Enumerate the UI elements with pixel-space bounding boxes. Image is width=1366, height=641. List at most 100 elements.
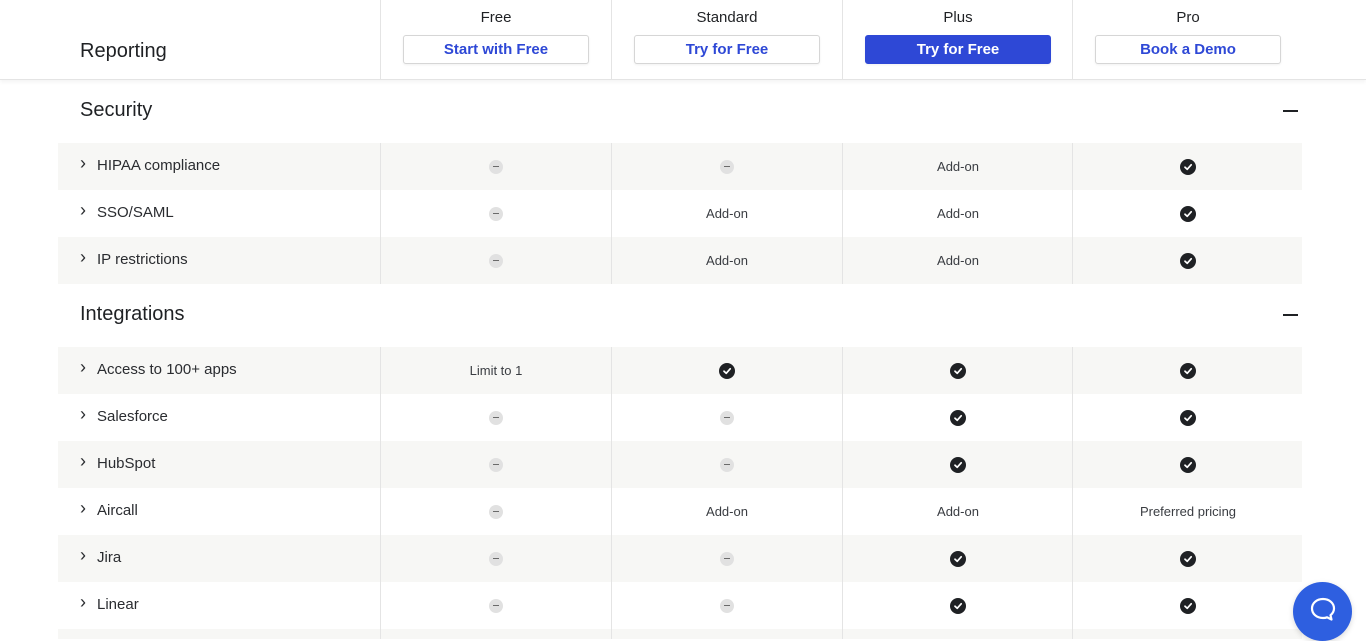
table-row[interactable]: › SSO/SAML Add-on Add-on bbox=[58, 190, 1302, 237]
row-cell bbox=[842, 582, 1073, 629]
dash-circle-icon bbox=[720, 410, 734, 425]
chevron-right-icon[interactable]: › bbox=[80, 545, 86, 566]
check-circle-icon bbox=[1180, 550, 1196, 567]
row-cell bbox=[1072, 535, 1303, 582]
row-cell: Add-on bbox=[842, 143, 1073, 190]
row-cell bbox=[380, 237, 611, 284]
plan-name-plus: Plus bbox=[943, 9, 973, 26]
collapse-integrations-icon[interactable] bbox=[1283, 314, 1298, 316]
row-cell bbox=[611, 535, 842, 582]
row-cell bbox=[611, 582, 842, 629]
row-cell bbox=[380, 629, 611, 639]
try-standard-button[interactable]: Try for Free bbox=[634, 35, 820, 64]
cell-text: Add-on bbox=[937, 504, 979, 519]
row-cell bbox=[380, 582, 611, 629]
table-row[interactable]: › IP restrictions Add-on Add-on bbox=[58, 237, 1302, 284]
table-row[interactable]: › Salesforce bbox=[58, 394, 1302, 441]
chevron-right-icon[interactable]: › bbox=[80, 451, 86, 472]
try-plus-button[interactable]: Try for Free bbox=[865, 35, 1051, 64]
chevron-right-icon[interactable]: › bbox=[80, 404, 86, 425]
row-cell bbox=[1072, 143, 1303, 190]
dash-circle-icon bbox=[489, 410, 503, 425]
cell-text: Add-on bbox=[937, 253, 979, 268]
cell-text: Limit to 1 bbox=[469, 363, 523, 378]
row-cell bbox=[1072, 347, 1303, 394]
table-row[interactable]: › HIPAA compliance Add-on bbox=[58, 143, 1302, 190]
plan-name-free: Free bbox=[480, 9, 512, 26]
row-cell bbox=[611, 629, 842, 639]
dash-circle-icon bbox=[489, 504, 503, 519]
plan-column-free: Free Start with Free bbox=[380, 0, 611, 79]
plan-column-pro: Pro Book a Demo bbox=[1072, 0, 1303, 79]
feature-label: Aircall bbox=[97, 502, 138, 519]
dash-circle-icon bbox=[489, 159, 503, 174]
row-cell bbox=[842, 394, 1073, 441]
table-row[interactable]: › Jira bbox=[58, 535, 1302, 582]
cell-text: Add-on bbox=[706, 206, 748, 221]
dash-circle-icon bbox=[489, 551, 503, 566]
row-cell bbox=[842, 535, 1073, 582]
reporting-label: Reporting bbox=[80, 40, 167, 62]
table-row[interactable]: › Access to 100+ apps Limit to 1 bbox=[58, 347, 1302, 394]
check-circle-icon bbox=[1180, 205, 1196, 222]
check-circle-icon bbox=[1180, 362, 1196, 379]
chevron-right-icon[interactable]: › bbox=[80, 357, 86, 378]
chevron-right-icon[interactable]: › bbox=[80, 200, 86, 221]
row-cell: Add-on bbox=[611, 488, 842, 535]
check-circle-icon bbox=[950, 362, 966, 379]
row-cell bbox=[611, 441, 842, 488]
dash-circle-icon bbox=[720, 598, 734, 613]
dash-circle-icon bbox=[720, 159, 734, 174]
cell-text: Add-on bbox=[937, 206, 979, 221]
feature-label: Jira bbox=[97, 549, 122, 566]
table-row-partial bbox=[58, 629, 1302, 639]
check-circle-icon bbox=[1180, 456, 1196, 473]
chat-icon bbox=[1309, 595, 1337, 628]
section-title-integrations: Integrations bbox=[80, 303, 185, 325]
chevron-right-icon[interactable]: › bbox=[80, 247, 86, 268]
plan-column-standard: Standard Try for Free bbox=[611, 0, 842, 79]
feature-label: HubSpot bbox=[97, 455, 156, 472]
plan-name-pro: Pro bbox=[1176, 9, 1200, 26]
feature-label: IP restrictions bbox=[97, 251, 188, 268]
start-with-free-button[interactable]: Start with Free bbox=[403, 35, 589, 64]
row-cell: Add-on bbox=[611, 190, 842, 237]
row-cell bbox=[380, 190, 611, 237]
check-circle-icon bbox=[719, 362, 735, 379]
cell-text: Add-on bbox=[706, 504, 748, 519]
cell-text: Preferred pricing bbox=[1139, 504, 1237, 519]
row-cell bbox=[1072, 629, 1303, 639]
cell-text: Add-on bbox=[937, 159, 979, 174]
check-circle-icon bbox=[1180, 158, 1196, 175]
row-cell bbox=[380, 488, 611, 535]
check-circle-icon bbox=[950, 409, 966, 426]
check-circle-icon bbox=[1180, 409, 1196, 426]
row-cell bbox=[380, 143, 611, 190]
feature-label: HIPAA compliance bbox=[97, 157, 221, 174]
table-row[interactable]: › HubSpot bbox=[58, 441, 1302, 488]
row-cell: Limit to 1 bbox=[380, 347, 611, 394]
table-row[interactable]: › Linear bbox=[58, 582, 1302, 629]
chevron-right-icon[interactable]: › bbox=[80, 153, 86, 174]
section-title-security: Security bbox=[80, 99, 153, 121]
dash-circle-icon bbox=[720, 551, 734, 566]
plan-header: Reporting Free Start with Free Standard … bbox=[0, 0, 1366, 80]
dash-circle-icon bbox=[489, 253, 503, 268]
row-cell: Preferred pricing bbox=[1072, 488, 1303, 535]
dash-circle-icon bbox=[489, 598, 503, 613]
row-cell bbox=[611, 394, 842, 441]
dash-circle-icon bbox=[489, 457, 503, 472]
collapse-security-icon[interactable] bbox=[1283, 110, 1298, 112]
check-circle-icon bbox=[950, 456, 966, 473]
table-row[interactable]: › Aircall Add-on Add-on Preferred pricing bbox=[58, 488, 1302, 535]
dash-circle-icon bbox=[720, 457, 734, 472]
chevron-right-icon[interactable]: › bbox=[80, 498, 86, 519]
book-demo-button[interactable]: Book a Demo bbox=[1095, 35, 1281, 64]
row-cell bbox=[380, 535, 611, 582]
chat-button[interactable] bbox=[1293, 582, 1352, 641]
chevron-right-icon[interactable]: › bbox=[80, 592, 86, 613]
row-cell bbox=[842, 441, 1073, 488]
feature-label: Linear bbox=[97, 596, 139, 613]
row-cell: Add-on bbox=[842, 488, 1073, 535]
row-cell bbox=[380, 441, 611, 488]
